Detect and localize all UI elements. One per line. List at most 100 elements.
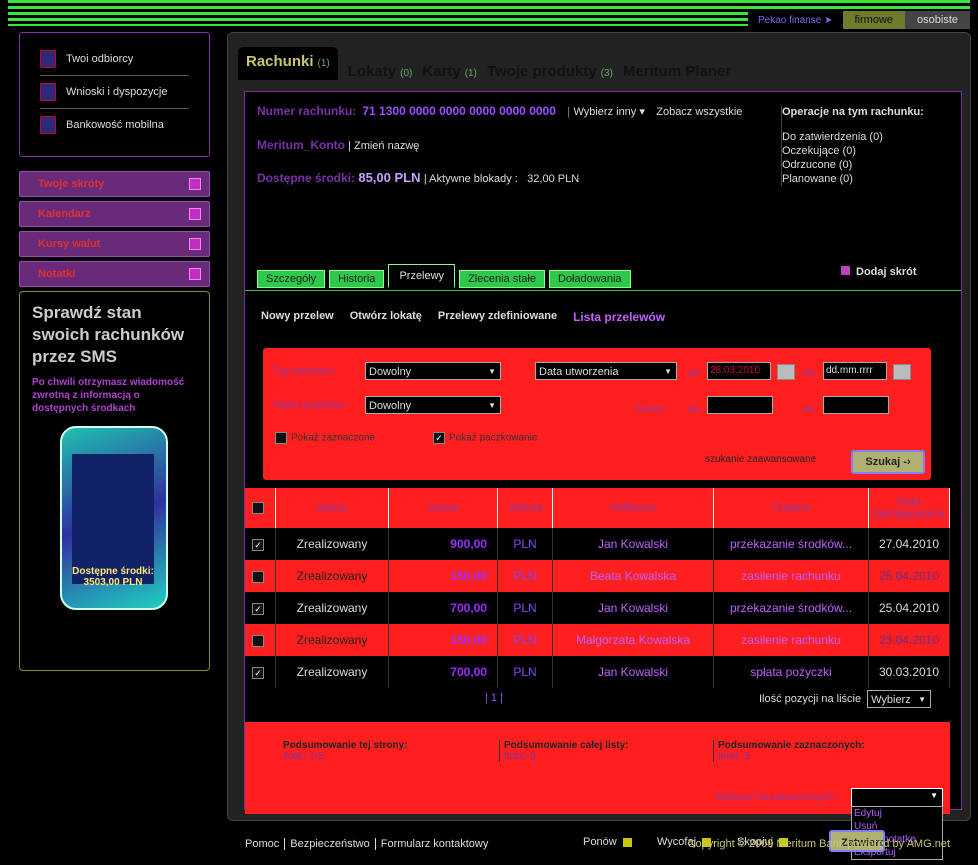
tab-label: Meritum Planer — [622, 63, 732, 80]
transfer-list-link[interactable]: Lista przelewów — [573, 310, 665, 324]
table-row[interactable]: ✓ Zrealizowany 700,00 PLN Jan Kowalski p… — [245, 592, 950, 624]
tab-cards[interactable]: Karty (1) — [422, 63, 477, 80]
select-all-checkbox[interactable] — [252, 502, 264, 515]
tab-accounts[interactable]: Rachunki (1) — [238, 47, 338, 80]
see-all-link[interactable]: Zobacz wszystkie — [656, 106, 742, 118]
row-checkbox-cell[interactable] — [245, 560, 276, 592]
tab-deposits[interactable]: Lokaty (0) — [348, 63, 413, 80]
ops-waiting[interactable]: Oczekujące (0) — [782, 144, 924, 158]
row-title: przekazanie środków... — [713, 528, 869, 560]
row-checkbox-cell[interactable]: ✓ — [245, 592, 276, 624]
show-package-checkbox[interactable]: ✓ — [433, 432, 445, 444]
tab-topups[interactable]: Doładowania — [548, 270, 631, 288]
exchange-rates-toggle[interactable]: Kursy walut — [19, 231, 210, 257]
rename-link[interactable]: Zmień nazwę — [354, 140, 419, 152]
summary-marked-count: Ilość: 3 — [718, 751, 750, 762]
row-currency: PLN — [497, 656, 553, 688]
header-amount[interactable]: Kwota — [388, 488, 498, 528]
shortcuts-toggle[interactable]: Twoje skróty — [19, 171, 210, 197]
row-title: spłata pożyczki — [713, 656, 869, 688]
header-status[interactable]: Status — [275, 488, 389, 528]
header-title[interactable]: Tytułem — [713, 488, 869, 528]
select-all-header[interactable] — [245, 488, 276, 528]
sidebar-item-recipients[interactable]: Twoi odbiorcy — [40, 43, 189, 76]
status-select[interactable]: Dowolny — [365, 396, 501, 415]
table-row[interactable]: ✓ Zrealizowany 900,00 PLN Jan Kowalski p… — [245, 528, 950, 560]
search-button[interactable]: Szukaj -› — [851, 450, 925, 474]
plus-icon — [189, 238, 201, 250]
tab-your-products[interactable]: Twoje produkty (3) — [487, 63, 613, 80]
ops-planned[interactable]: Planowane (0) — [782, 172, 924, 186]
pekao-finance-link[interactable]: Pekao finanse ➤ — [748, 15, 843, 26]
footer-links: Pomoc Bezpieczeństwo Formularz kontaktow… — [245, 838, 493, 850]
defined-transfers-link[interactable]: Przelewy zdefiniowane — [438, 310, 557, 324]
sidebar-menu: Twoi odbiorcy Wnioski i dyspozycje Banko… — [19, 32, 210, 157]
contact-form-link[interactable]: Formularz kontaktowy — [374, 838, 494, 850]
blocks-value: 32,00 PLN — [527, 173, 580, 185]
tab-business[interactable]: firmowe — [842, 11, 906, 29]
option-edit[interactable]: Edytuj — [852, 807, 942, 820]
tab-planner[interactable]: Meritum Planer — [623, 63, 731, 80]
show-package-option[interactable]: ✓ Pokaż paczkowanie — [433, 432, 537, 444]
help-link[interactable]: Pomoc — [245, 838, 284, 850]
execute-on-marked-select[interactable] — [851, 788, 943, 808]
row-amount: 150,00 — [388, 560, 498, 592]
amount-from-input[interactable] — [707, 396, 773, 414]
sidebar-item-mobile[interactable]: Bankowość mobilna — [40, 109, 189, 141]
tab-standing-orders[interactable]: Zlecenia stałe — [459, 270, 545, 288]
tab-details[interactable]: Szczegóły — [257, 270, 326, 288]
row-checkbox[interactable]: ✓ — [252, 602, 264, 615]
row-checkbox[interactable]: ✓ — [252, 538, 264, 551]
header-currency[interactable]: Waluta — [497, 488, 553, 528]
ops-rejected[interactable]: Odrzucone (0) — [782, 158, 924, 172]
header-recipient[interactable]: Odbiorca — [552, 488, 714, 528]
product-tabs: Rachunki (1) Lokaty (0) Karty (1) Twoje pro… — [238, 47, 741, 80]
notes-toggle[interactable]: Notatki — [19, 261, 210, 287]
per-page-select[interactable]: Wybierz — [867, 690, 932, 709]
pagination[interactable]: | 1 | — [485, 692, 503, 704]
user-icon — [40, 50, 56, 68]
new-transfer-link[interactable]: Nowy przelew — [261, 310, 334, 324]
sidebar-item-requests[interactable]: Wnioski i dyspozycje — [40, 76, 189, 109]
sms-promo-banner[interactable]: Sprawdź stan swoich rachunków przez SMS … — [19, 291, 210, 671]
ops-pending-approval[interactable]: Do zatwierdzenia (0) — [782, 130, 924, 144]
show-marked-label: Pokaż zaznaczone — [291, 432, 375, 444]
tab-transfers[interactable]: Przelewy — [388, 264, 456, 288]
date-to-input[interactable]: dd.mm.rrrr — [823, 362, 887, 380]
main-panel: Rachunki (1) Lokaty (0) Karty (1) Twoje pro… — [227, 32, 971, 860]
table-row[interactable]: Zrealizowany 150,00 PLN Beata Kowalska z… — [245, 560, 950, 592]
security-link[interactable]: Bezpieczeństwo — [284, 838, 375, 850]
amount-from-label: od: — [687, 404, 701, 415]
row-checkbox[interactable]: ✓ — [252, 666, 264, 679]
row-currency: PLN — [497, 592, 553, 624]
repeat-label: Ponów — [583, 836, 617, 848]
row-checkbox-cell[interactable] — [245, 624, 276, 656]
add-shortcut-button[interactable]: Dodaj skrót — [841, 266, 917, 278]
advanced-search-link[interactable]: szukanie zaawansowane — [705, 454, 816, 465]
table-row[interactable]: Zrealizowany 150,00 PLN Małgorzata Kowal… — [245, 624, 950, 656]
repeat-button[interactable]: Ponów — [583, 836, 632, 848]
choose-other-account[interactable]: Wybierz inny ▾ — [573, 106, 644, 118]
tab-history[interactable]: Historia — [329, 270, 385, 288]
amount-to-input[interactable] — [823, 396, 889, 414]
operations-title: Operacje na tym rachunku: — [782, 106, 924, 118]
type-select[interactable]: Dowolny — [365, 362, 501, 381]
row-checkbox-cell[interactable]: ✓ — [245, 528, 276, 560]
calendar-icon[interactable] — [777, 364, 795, 380]
date-from-input[interactable]: 28.03.2010 — [707, 362, 771, 380]
transfer-filter: Typ przelewu: Dowolny Data utworzenia od… — [263, 348, 931, 480]
header-date[interactable]: Data zaksięgowania — [868, 488, 950, 528]
table-row[interactable]: ✓ Zrealizowany 700,00 PLN Jan Kowalski s… — [245, 656, 950, 688]
row-checkbox[interactable] — [252, 570, 264, 583]
show-marked-checkbox[interactable] — [275, 432, 287, 444]
calendar-icon[interactable] — [893, 364, 911, 380]
open-deposit-link[interactable]: Otwórz lokatę — [350, 310, 422, 324]
row-checkbox-cell[interactable]: ✓ — [245, 656, 276, 688]
row-checkbox[interactable] — [252, 634, 264, 647]
row-recipient: Jan Kowalski — [552, 592, 714, 624]
phone-balance-value: 3503,00 PLN — [83, 577, 143, 588]
show-marked-option[interactable]: Pokaż zaznaczone — [275, 432, 375, 444]
calendar-toggle[interactable]: Kalendarz — [19, 201, 210, 227]
date-type-select[interactable]: Data utworzenia — [535, 362, 677, 381]
tab-personal[interactable]: osobiste — [905, 11, 970, 29]
